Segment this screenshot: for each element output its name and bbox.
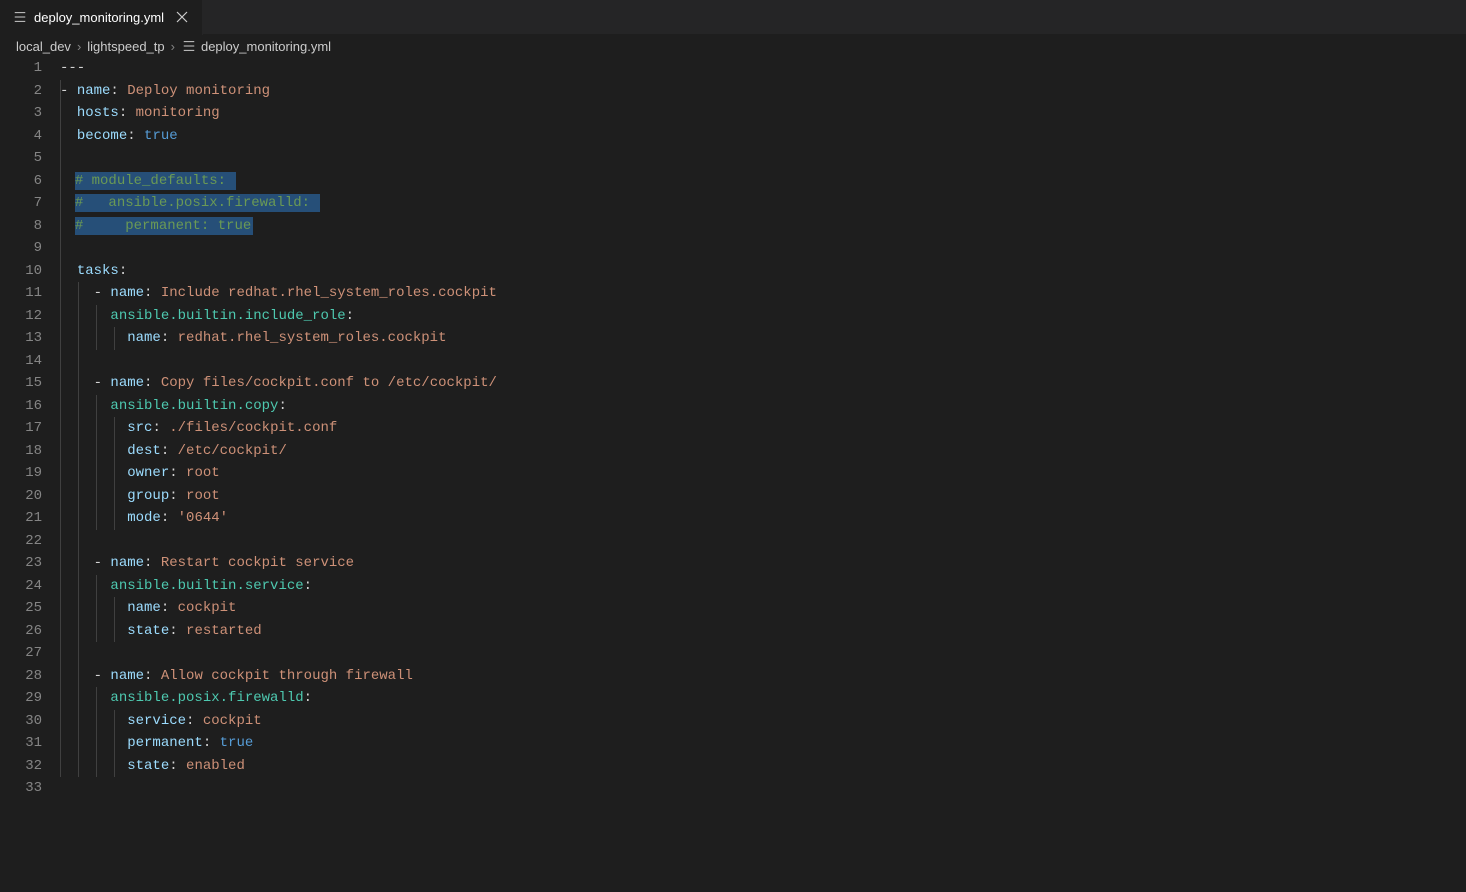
- line-number: 5: [0, 147, 42, 170]
- code-line[interactable]: dest: /etc/cockpit/: [60, 440, 1466, 463]
- tab-label: deploy_monitoring.yml: [34, 10, 164, 25]
- line-number: 31: [0, 732, 42, 755]
- code-line[interactable]: state: enabled: [60, 755, 1466, 778]
- code-line[interactable]: [60, 237, 1466, 260]
- line-number: 2: [0, 80, 42, 103]
- close-icon[interactable]: [174, 9, 190, 25]
- chevron-right-icon: ›: [77, 39, 81, 54]
- line-number: 11: [0, 282, 42, 305]
- code-line[interactable]: [60, 777, 1466, 800]
- code-line[interactable]: group: root: [60, 485, 1466, 508]
- line-number: 10: [0, 260, 42, 283]
- code-line[interactable]: # module_defaults:: [60, 170, 1466, 193]
- code-line[interactable]: hosts: monitoring: [60, 102, 1466, 125]
- code-line[interactable]: service: cockpit: [60, 710, 1466, 733]
- breadcrumb: local_dev › lightspeed_tp › deploy_monit…: [0, 35, 1466, 57]
- line-number: 1: [0, 57, 42, 80]
- code-line[interactable]: - name: Deploy monitoring: [60, 80, 1466, 103]
- code-line[interactable]: name: redhat.rhel_system_roles.cockpit: [60, 327, 1466, 350]
- line-number: 8: [0, 215, 42, 238]
- code-line[interactable]: # permanent: true: [60, 215, 1466, 238]
- code-line[interactable]: - name: Copy files/cockpit.conf to /etc/…: [60, 372, 1466, 395]
- file-icon: [12, 9, 28, 25]
- line-number: 27: [0, 642, 42, 665]
- line-number: 21: [0, 507, 42, 530]
- line-number: 24: [0, 575, 42, 598]
- code-line[interactable]: tasks:: [60, 260, 1466, 283]
- code-line[interactable]: - name: Restart cockpit service: [60, 552, 1466, 575]
- code-line[interactable]: src: ./files/cockpit.conf: [60, 417, 1466, 440]
- line-number: 6: [0, 170, 42, 193]
- code-line[interactable]: - name: Allow cockpit through firewall: [60, 665, 1466, 688]
- code-line[interactable]: state: restarted: [60, 620, 1466, 643]
- line-number: 26: [0, 620, 42, 643]
- line-number: 32: [0, 755, 42, 778]
- code-editor[interactable]: 1 2 3 4 5 6 7 8 9 10 11 12 13 14 15 16 1…: [0, 57, 1466, 892]
- line-number: 33: [0, 777, 42, 800]
- line-number-gutter: 1 2 3 4 5 6 7 8 9 10 11 12 13 14 15 16 1…: [0, 57, 60, 892]
- line-number: 18: [0, 440, 42, 463]
- line-number: 12: [0, 305, 42, 328]
- line-number: 22: [0, 530, 42, 553]
- file-tab[interactable]: deploy_monitoring.yml: [0, 0, 203, 35]
- code-line[interactable]: ansible.builtin.service:: [60, 575, 1466, 598]
- line-number: 14: [0, 350, 42, 373]
- line-number: 15: [0, 372, 42, 395]
- chevron-right-icon: ›: [171, 39, 175, 54]
- code-line[interactable]: ansible.builtin.copy:: [60, 395, 1466, 418]
- code-line[interactable]: # ansible.posix.firewalld:: [60, 192, 1466, 215]
- code-line[interactable]: [60, 530, 1466, 553]
- code-line[interactable]: name: cockpit: [60, 597, 1466, 620]
- code-line[interactable]: [60, 642, 1466, 665]
- line-number: 25: [0, 597, 42, 620]
- line-number: 30: [0, 710, 42, 733]
- line-number: 3: [0, 102, 42, 125]
- line-number: 16: [0, 395, 42, 418]
- line-number: 19: [0, 462, 42, 485]
- breadcrumb-seg-1[interactable]: local_dev: [16, 39, 71, 54]
- line-number: 20: [0, 485, 42, 508]
- code-line[interactable]: [60, 350, 1466, 373]
- code-line[interactable]: ansible.posix.firewalld:: [60, 687, 1466, 710]
- code-line[interactable]: ---: [60, 57, 1466, 80]
- file-icon: [181, 38, 197, 54]
- line-number: 4: [0, 125, 42, 148]
- code-line[interactable]: permanent: true: [60, 732, 1466, 755]
- code-line[interactable]: owner: root: [60, 462, 1466, 485]
- line-number: 13: [0, 327, 42, 350]
- line-number: 29: [0, 687, 42, 710]
- line-number: 28: [0, 665, 42, 688]
- line-number: 9: [0, 237, 42, 260]
- code-line[interactable]: ansible.builtin.include_role:: [60, 305, 1466, 328]
- code-area[interactable]: --- - name: Deploy monitoring hosts: mon…: [60, 57, 1466, 892]
- tab-bar: deploy_monitoring.yml: [0, 0, 1466, 35]
- line-number: 23: [0, 552, 42, 575]
- code-line[interactable]: [60, 147, 1466, 170]
- code-line[interactable]: mode: '0644': [60, 507, 1466, 530]
- breadcrumb-seg-3[interactable]: deploy_monitoring.yml: [201, 39, 331, 54]
- line-number: 7: [0, 192, 42, 215]
- line-number: 17: [0, 417, 42, 440]
- breadcrumb-seg-2[interactable]: lightspeed_tp: [87, 39, 164, 54]
- code-line[interactable]: become: true: [60, 125, 1466, 148]
- code-line[interactable]: - name: Include redhat.rhel_system_roles…: [60, 282, 1466, 305]
